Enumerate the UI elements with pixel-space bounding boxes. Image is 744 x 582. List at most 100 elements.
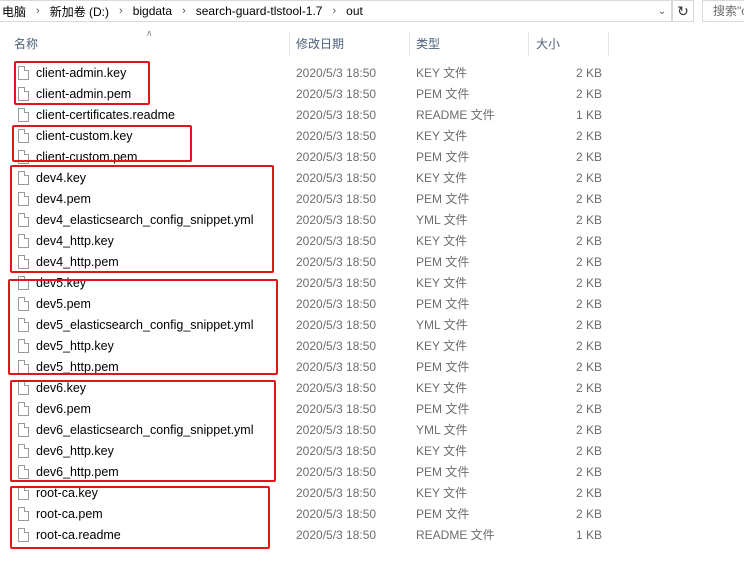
file-name: dev4.pem — [36, 192, 91, 206]
breadcrumb-separator-icon: › — [119, 5, 123, 17]
file-type: README 文件 — [416, 528, 495, 542]
file-row[interactable]: client-admin.pem 2020/5/3 18:50 PEM 文件 2 KB — [0, 84, 744, 105]
file-size: 2 KB — [575, 192, 602, 206]
breadcrumb-drive[interactable]: 新加卷 (D:) — [48, 3, 111, 20]
file-name: dev4_http.pem — [36, 255, 119, 269]
file-name: dev4_http.key — [36, 234, 114, 248]
file-date: 2020/5/3 18:50 — [296, 234, 377, 248]
file-size: 2 KB — [575, 444, 602, 458]
file-type: KEY 文件 — [416, 66, 468, 80]
column-divider[interactable] — [409, 32, 410, 56]
file-size: 2 KB — [575, 276, 602, 290]
file-icon — [18, 402, 29, 416]
file-icon — [18, 297, 29, 311]
column-divider[interactable] — [289, 32, 290, 56]
file-date: 2020/5/3 18:50 — [296, 402, 377, 416]
column-header: ∧ 名称 修改日期 类型 大小 — [0, 28, 744, 58]
file-icon — [18, 234, 29, 248]
file-row[interactable]: dev4.pem 2020/5/3 18:50 PEM 文件 2 KB — [0, 189, 744, 210]
file-row[interactable]: dev5_http.pem 2020/5/3 18:50 PEM 文件 2 KB — [0, 357, 744, 378]
file-size: 2 KB — [575, 465, 602, 479]
file-date: 2020/5/3 18:50 — [296, 129, 377, 143]
breadcrumb-separator-icon: › — [182, 5, 186, 17]
file-row[interactable]: client-admin.key 2020/5/3 18:50 KEY 文件 2 KB — [0, 63, 744, 84]
column-name[interactable]: 名称 — [14, 30, 38, 58]
file-icon — [18, 276, 29, 290]
file-row[interactable]: dev6_http.key 2020/5/3 18:50 KEY 文件 2 KB — [0, 441, 744, 462]
breadcrumb-search-guard[interactable]: search-guard-tlstool-1.7 — [194, 4, 325, 18]
file-icon — [18, 150, 29, 164]
file-date: 2020/5/3 18:50 — [296, 465, 377, 479]
file-row[interactable]: root-ca.readme 2020/5/3 18:50 README 文件 1 K… — [0, 525, 744, 546]
column-date[interactable]: 修改日期 — [296, 30, 344, 58]
file-type: PEM 文件 — [416, 465, 470, 479]
sort-ascending-icon: ∧ — [146, 28, 153, 38]
file-row[interactable]: dev4_elasticsearch_config_snippet.yml 202… — [0, 210, 744, 231]
file-name: dev5.key — [36, 276, 87, 290]
file-icon — [18, 444, 29, 458]
file-name: client-admin.pem — [36, 87, 132, 101]
file-type: YML 文件 — [416, 423, 468, 437]
file-icon — [18, 507, 29, 521]
file-name: client-admin.key — [36, 66, 127, 80]
file-type: KEY 文件 — [416, 234, 468, 248]
search-input[interactable]: 搜索"out" — [702, 0, 744, 22]
file-date: 2020/5/3 18:50 — [296, 423, 377, 437]
file-row[interactable]: client-certificates.readme 2020/5/3 18:50… — [0, 105, 744, 126]
file-name: dev6_http.key — [36, 444, 114, 458]
column-divider[interactable] — [528, 32, 529, 56]
file-size: 2 KB — [575, 255, 602, 269]
breadcrumb-out[interactable]: out — [344, 4, 365, 18]
column-divider[interactable] — [608, 32, 609, 56]
file-size: 1 KB — [575, 528, 602, 542]
file-icon — [18, 381, 29, 395]
file-type: PEM 文件 — [416, 192, 470, 206]
file-row[interactable]: root-ca.key 2020/5/3 18:50 KEY 文件 2 KB — [0, 483, 744, 504]
breadcrumb-this-pc[interactable]: 电脑 — [0, 3, 28, 20]
file-icon — [18, 486, 29, 500]
file-name: root-ca.readme — [36, 528, 121, 542]
file-type: PEM 文件 — [416, 87, 470, 101]
file-date: 2020/5/3 18:50 — [296, 339, 377, 353]
file-row[interactable]: dev5.pem 2020/5/3 18:50 PEM 文件 2 KB — [0, 294, 744, 315]
file-name: client-certificates.readme — [36, 108, 175, 122]
chevron-down-icon[interactable]: ⌄ — [652, 0, 672, 22]
file-date: 2020/5/3 18:50 — [296, 192, 377, 206]
file-size: 2 KB — [575, 129, 602, 143]
file-type: KEY 文件 — [416, 381, 468, 395]
file-type: KEY 文件 — [416, 486, 468, 500]
file-name: dev6.pem — [36, 402, 91, 416]
file-date: 2020/5/3 18:50 — [296, 255, 377, 269]
file-icon — [18, 255, 29, 269]
file-date: 2020/5/3 18:50 — [296, 171, 377, 185]
file-type: PEM 文件 — [416, 150, 470, 164]
file-type: KEY 文件 — [416, 129, 468, 143]
file-row[interactable]: dev4.key 2020/5/3 18:50 KEY 文件 2 KB — [0, 168, 744, 189]
file-size: 2 KB — [575, 423, 602, 437]
file-row[interactable]: dev4_http.pem 2020/5/3 18:50 PEM 文件 2 KB — [0, 252, 744, 273]
file-icon — [18, 213, 29, 227]
breadcrumb-bigdata[interactable]: bigdata — [131, 4, 174, 18]
file-name: client-custom.key — [36, 129, 133, 143]
file-row[interactable]: dev6_http.pem 2020/5/3 18:50 PEM 文件 2 KB — [0, 462, 744, 483]
file-name: root-ca.pem — [36, 507, 103, 521]
file-name: dev6_elasticsearch_config_snippet.yml — [36, 423, 254, 437]
file-type: PEM 文件 — [416, 402, 470, 416]
file-type: README 文件 — [416, 108, 495, 122]
file-row[interactable]: dev4_http.key 2020/5/3 18:50 KEY 文件 2 KB — [0, 231, 744, 252]
file-row[interactable]: dev5_http.key 2020/5/3 18:50 KEY 文件 2 KB — [0, 336, 744, 357]
file-row[interactable]: dev5_elasticsearch_config_snippet.yml 202… — [0, 315, 744, 336]
column-size[interactable]: 大小 — [536, 30, 560, 58]
file-row[interactable]: dev6.key 2020/5/3 18:50 KEY 文件 2 KB — [0, 378, 744, 399]
file-row[interactable]: dev6_elasticsearch_config_snippet.yml 202… — [0, 420, 744, 441]
refresh-icon[interactable]: ↻ — [672, 0, 694, 22]
file-row[interactable]: client-custom.pem 2020/5/3 18:50 PEM 文件 2 K… — [0, 147, 744, 168]
file-size: 2 KB — [575, 381, 602, 395]
file-row[interactable]: root-ca.pem 2020/5/3 18:50 PEM 文件 2 KB — [0, 504, 744, 525]
file-row[interactable]: client-custom.key 2020/5/3 18:50 KEY 文件 2 K… — [0, 126, 744, 147]
file-size: 2 KB — [575, 87, 602, 101]
file-row[interactable]: dev6.pem 2020/5/3 18:50 PEM 文件 2 KB — [0, 399, 744, 420]
column-type[interactable]: 类型 — [416, 30, 440, 58]
address-bar[interactable]: 电脑 › 新加卷 (D:) › bigdata › search-guard-t… — [0, 0, 672, 22]
file-row[interactable]: dev5.key 2020/5/3 18:50 KEY 文件 2 KB — [0, 273, 744, 294]
